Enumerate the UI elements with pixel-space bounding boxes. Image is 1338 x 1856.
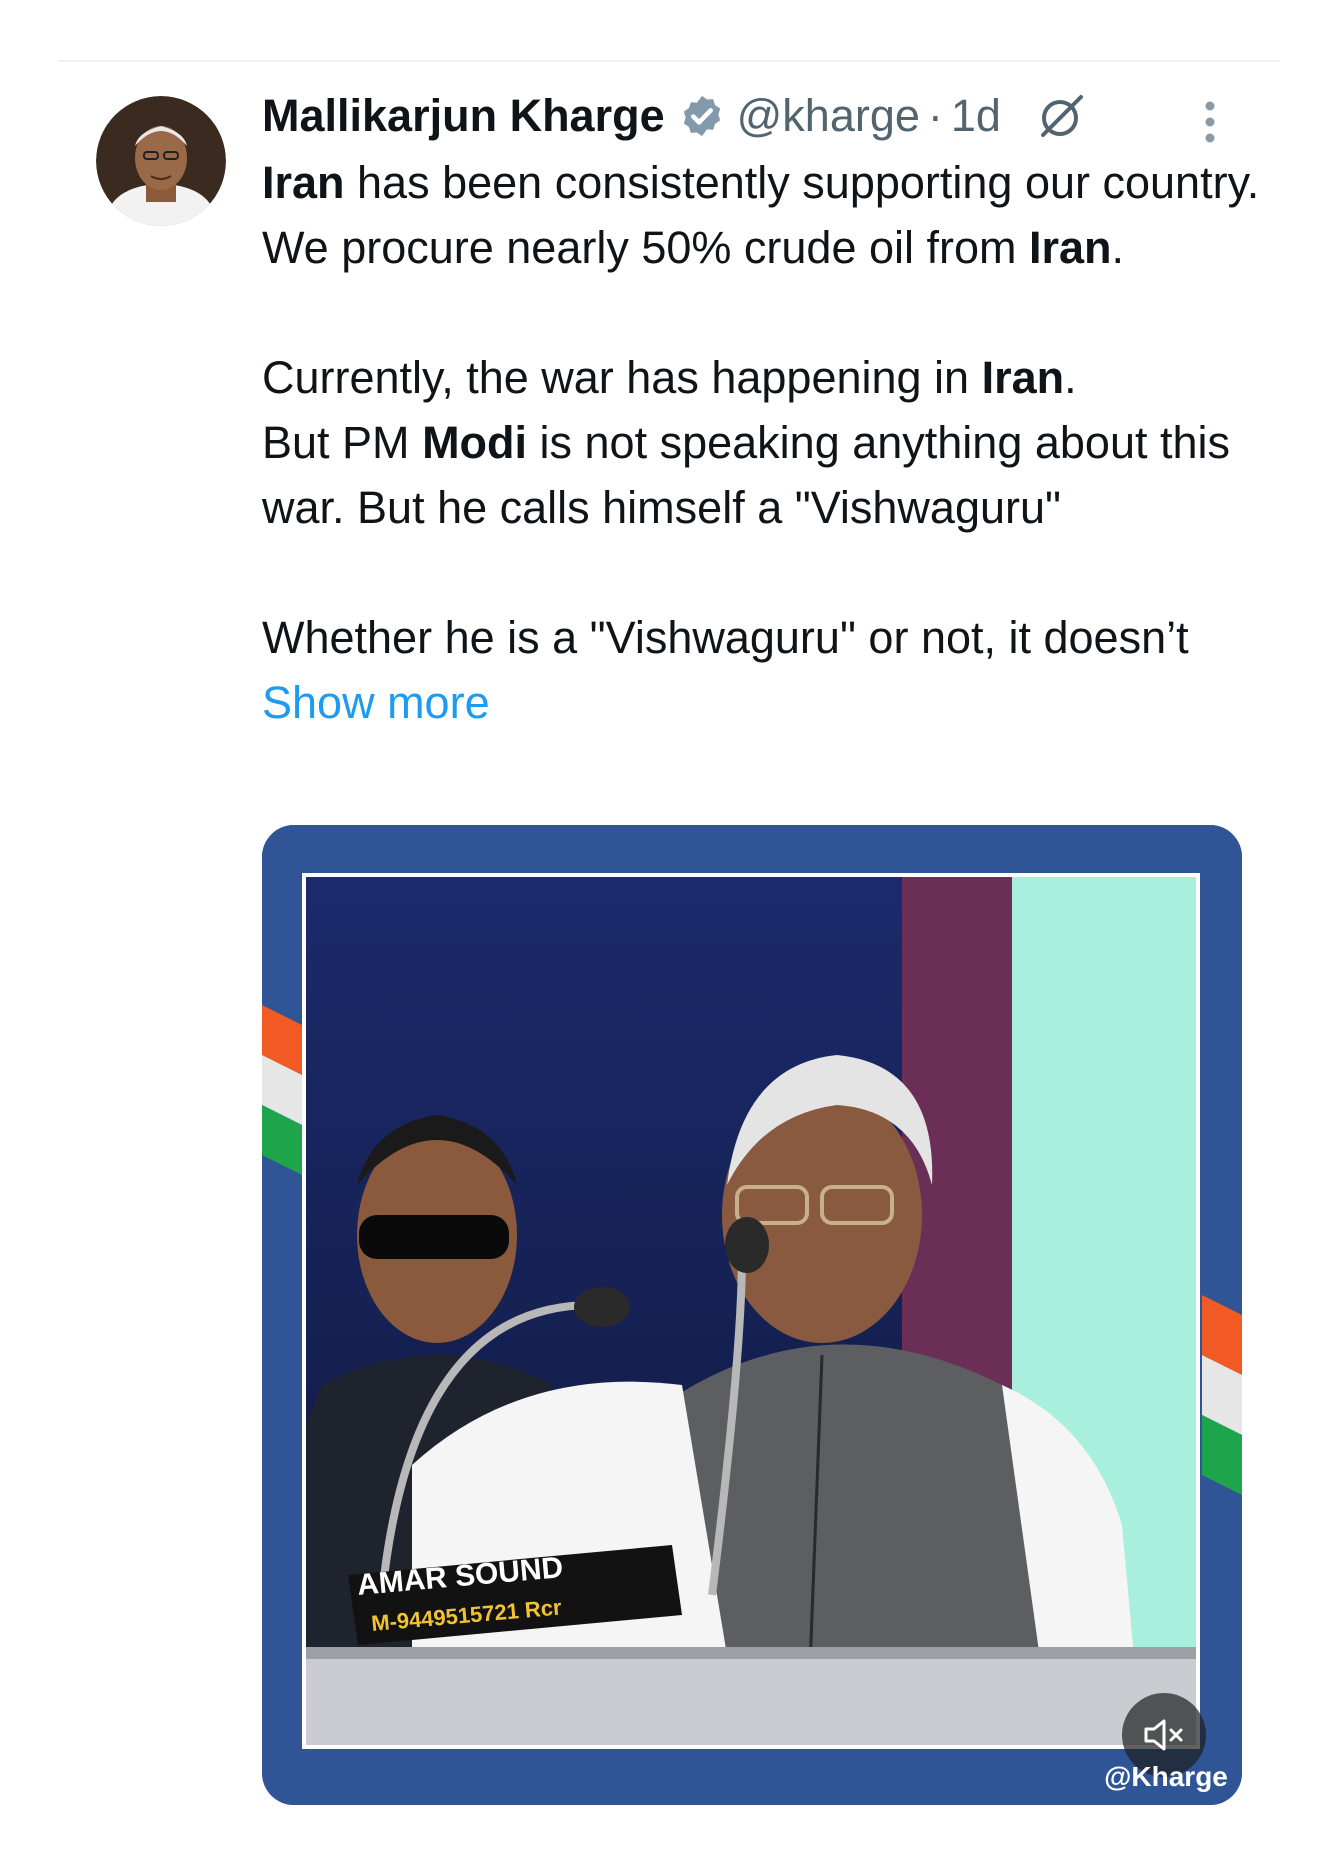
- avatar[interactable]: [96, 96, 226, 226]
- speaker-muted-icon: [1144, 1719, 1183, 1751]
- highlight-iran: Iran: [262, 157, 345, 208]
- tweet-paragraph-1: Iran has been consistently supporting ou…: [262, 150, 1262, 280]
- verified-badge-icon[interactable]: [679, 93, 725, 139]
- top-divider: [58, 60, 1280, 62]
- tweet-text: Iran has been consistently supporting ou…: [262, 150, 1262, 735]
- paragraph-2-text: But PM: [262, 417, 423, 468]
- tweet-paragraph-2: Currently, the war has happening in Iran…: [262, 345, 1262, 540]
- show-more-link[interactable]: Show more: [262, 677, 490, 728]
- paragraph-1-end: .: [1111, 222, 1125, 273]
- highlight-iran: Iran: [1029, 222, 1112, 273]
- paragraph-3-text: Whether he is a "Vishwaguru" or not, it …: [262, 612, 1189, 663]
- paragraph-2-period: .: [1064, 352, 1077, 403]
- more-options-icon[interactable]: [1198, 98, 1222, 146]
- avatar-image: [96, 96, 226, 226]
- highlight-modi: Modi: [422, 417, 528, 468]
- author-handle[interactable]: @kharge: [737, 90, 920, 142]
- paragraph-2-text: Currently, the war has happening in: [262, 352, 982, 403]
- tweet-video[interactable]: AMAR SOUND M-9449515721 Rcr @Kharge: [262, 825, 1242, 1805]
- header-separator: ·: [927, 90, 943, 141]
- author-name[interactable]: Mallikarjun Kharge: [262, 90, 665, 142]
- timestamp[interactable]: 1d: [951, 90, 1001, 142]
- grok-icon[interactable]: [1035, 89, 1089, 143]
- video-watermark: @Kharge: [1104, 1761, 1228, 1792]
- video-frame: AMAR SOUND M-9449515721 Rcr: [262, 825, 1242, 1805]
- highlight-iran: Iran: [981, 352, 1065, 403]
- tweet-header: Mallikarjun Kharge @kharge · 1d: [262, 90, 1089, 142]
- tweet-paragraph-3: Whether he is a "Vishwaguru" or not, it …: [262, 605, 1262, 735]
